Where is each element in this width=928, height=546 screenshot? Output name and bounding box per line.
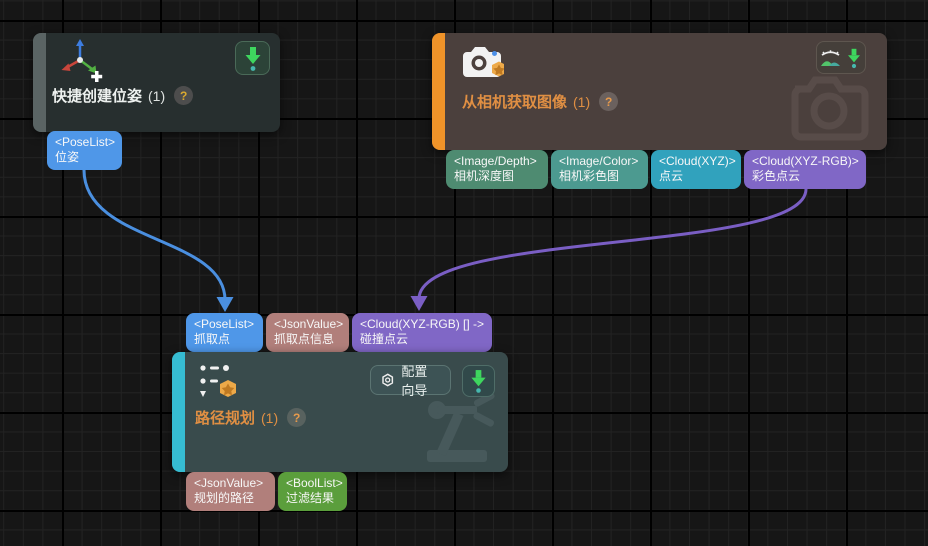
node-title: 快捷创建位姿 (1) ? <box>52 85 194 106</box>
port-label: 相机彩色图 <box>559 169 620 183</box>
wire-cloud-arrowhead-icon <box>410 296 428 311</box>
port-type: <JsonValue> <box>194 476 264 490</box>
port-type: <PoseList> <box>55 135 116 149</box>
port-color-cloud-out[interactable]: <Cloud(XYZ-RGB)> 彩色点云 <box>744 150 866 189</box>
port-type: <BoolList> <box>286 476 343 490</box>
port-label: 碰撞点云 <box>360 332 409 346</box>
wire-cloud-to-collision[interactable] <box>417 188 808 300</box>
node-quick-create-pose[interactable]: 快捷创建位姿 (1) ? <box>33 33 280 132</box>
port-label: 过滤结果 <box>286 491 335 505</box>
gear-icon <box>382 373 394 387</box>
port-filter-result-out[interactable]: <BoolList> 过滤结果 <box>278 472 347 511</box>
port-label: 彩色点云 <box>752 169 801 183</box>
download-arrow-icon <box>245 46 260 71</box>
port-pick-info-in[interactable]: <JsonValue> 抓取点信息 <box>266 313 349 352</box>
node-title-text: 路径规划 <box>195 410 256 427</box>
run-node-button[interactable] <box>235 41 270 75</box>
camera-outline-watermark <box>785 71 873 150</box>
help-icon[interactable]: ? <box>599 92 619 111</box>
port-pose-out[interactable]: <PoseList> 位姿 <box>47 131 122 170</box>
node-action-buttons[interactable] <box>816 41 866 74</box>
node-title-text: 从相机获取图像 <box>462 94 568 111</box>
port-label: 规划的路径 <box>194 491 255 505</box>
download-arrow-icon <box>848 48 860 68</box>
port-type: <Image/Color> <box>559 154 639 168</box>
run-node-button[interactable] <box>462 365 495 397</box>
node-path-planning[interactable]: 配置向导 路径规划 (1) ? <box>172 352 508 472</box>
config-wizard-label: 配置向导 <box>401 364 428 398</box>
node-graph-canvas[interactable]: 快捷创建位姿 (1) ? <PoseList> 位姿 从相机获取图像 (1) ?… <box>0 0 928 546</box>
port-collision-cloud-in[interactable]: <Cloud(XYZ-RGB) [] -> 碰撞点云 <box>352 313 492 352</box>
port-label: 抓取点 <box>194 332 231 346</box>
port-label: 位姿 <box>55 150 80 164</box>
port-type: <PoseList> <box>194 317 255 331</box>
node-accent-bar <box>33 33 46 132</box>
port-planned-path-out[interactable]: <JsonValue> 规划的路径 <box>186 472 275 511</box>
port-label: 点云 <box>659 169 684 183</box>
port-type: <Cloud(XYZ-RGB)> <box>752 154 859 168</box>
dotted-path-icon <box>198 362 242 411</box>
port-point-cloud-out[interactable]: <Cloud(XYZ)> 点云 <box>651 150 741 189</box>
robot-arm-watermark <box>405 392 503 471</box>
port-type: <Image/Depth> <box>454 154 537 168</box>
node-title: 路径规划 (1) ? <box>195 407 307 428</box>
help-icon[interactable]: ? <box>287 408 307 427</box>
node-title: 从相机获取图像 (1) ? <box>462 91 619 112</box>
download-arrow-icon <box>471 370 486 393</box>
image-preview-icon <box>821 49 840 66</box>
port-color-image-out[interactable]: <Image/Color> 相机彩色图 <box>551 150 648 189</box>
config-wizard-button[interactable]: 配置向导 <box>370 364 451 398</box>
node-accent-bar <box>172 352 185 472</box>
help-icon[interactable]: ? <box>174 86 194 105</box>
port-depth-image-out[interactable]: <Image/Depth> 相机深度图 <box>446 150 548 189</box>
wire-pose-arrowhead-icon <box>216 297 234 312</box>
node-accent-bar <box>432 33 445 150</box>
node-instance-count: (1) <box>573 93 591 110</box>
camera-icon <box>458 41 506 90</box>
port-pick-point-in[interactable]: <PoseList> 抓取点 <box>186 313 263 352</box>
port-type: <JsonValue> <box>274 317 344 331</box>
port-label: 相机深度图 <box>454 169 515 183</box>
xyz-axis-icon <box>58 38 106 89</box>
wire-pose-to-pick[interactable] <box>82 169 227 301</box>
port-label: 抓取点信息 <box>274 332 335 346</box>
node-instance-count: (1) <box>261 409 279 426</box>
node-instance-count: (1) <box>148 87 166 104</box>
node-title-text: 快捷创建位姿 <box>52 88 143 105</box>
port-type: <Cloud(XYZ)> <box>659 154 736 168</box>
node-capture-from-camera[interactable]: 从相机获取图像 (1) ? <box>432 33 887 150</box>
port-type: <Cloud(XYZ-RGB) [] -> <box>360 317 485 331</box>
